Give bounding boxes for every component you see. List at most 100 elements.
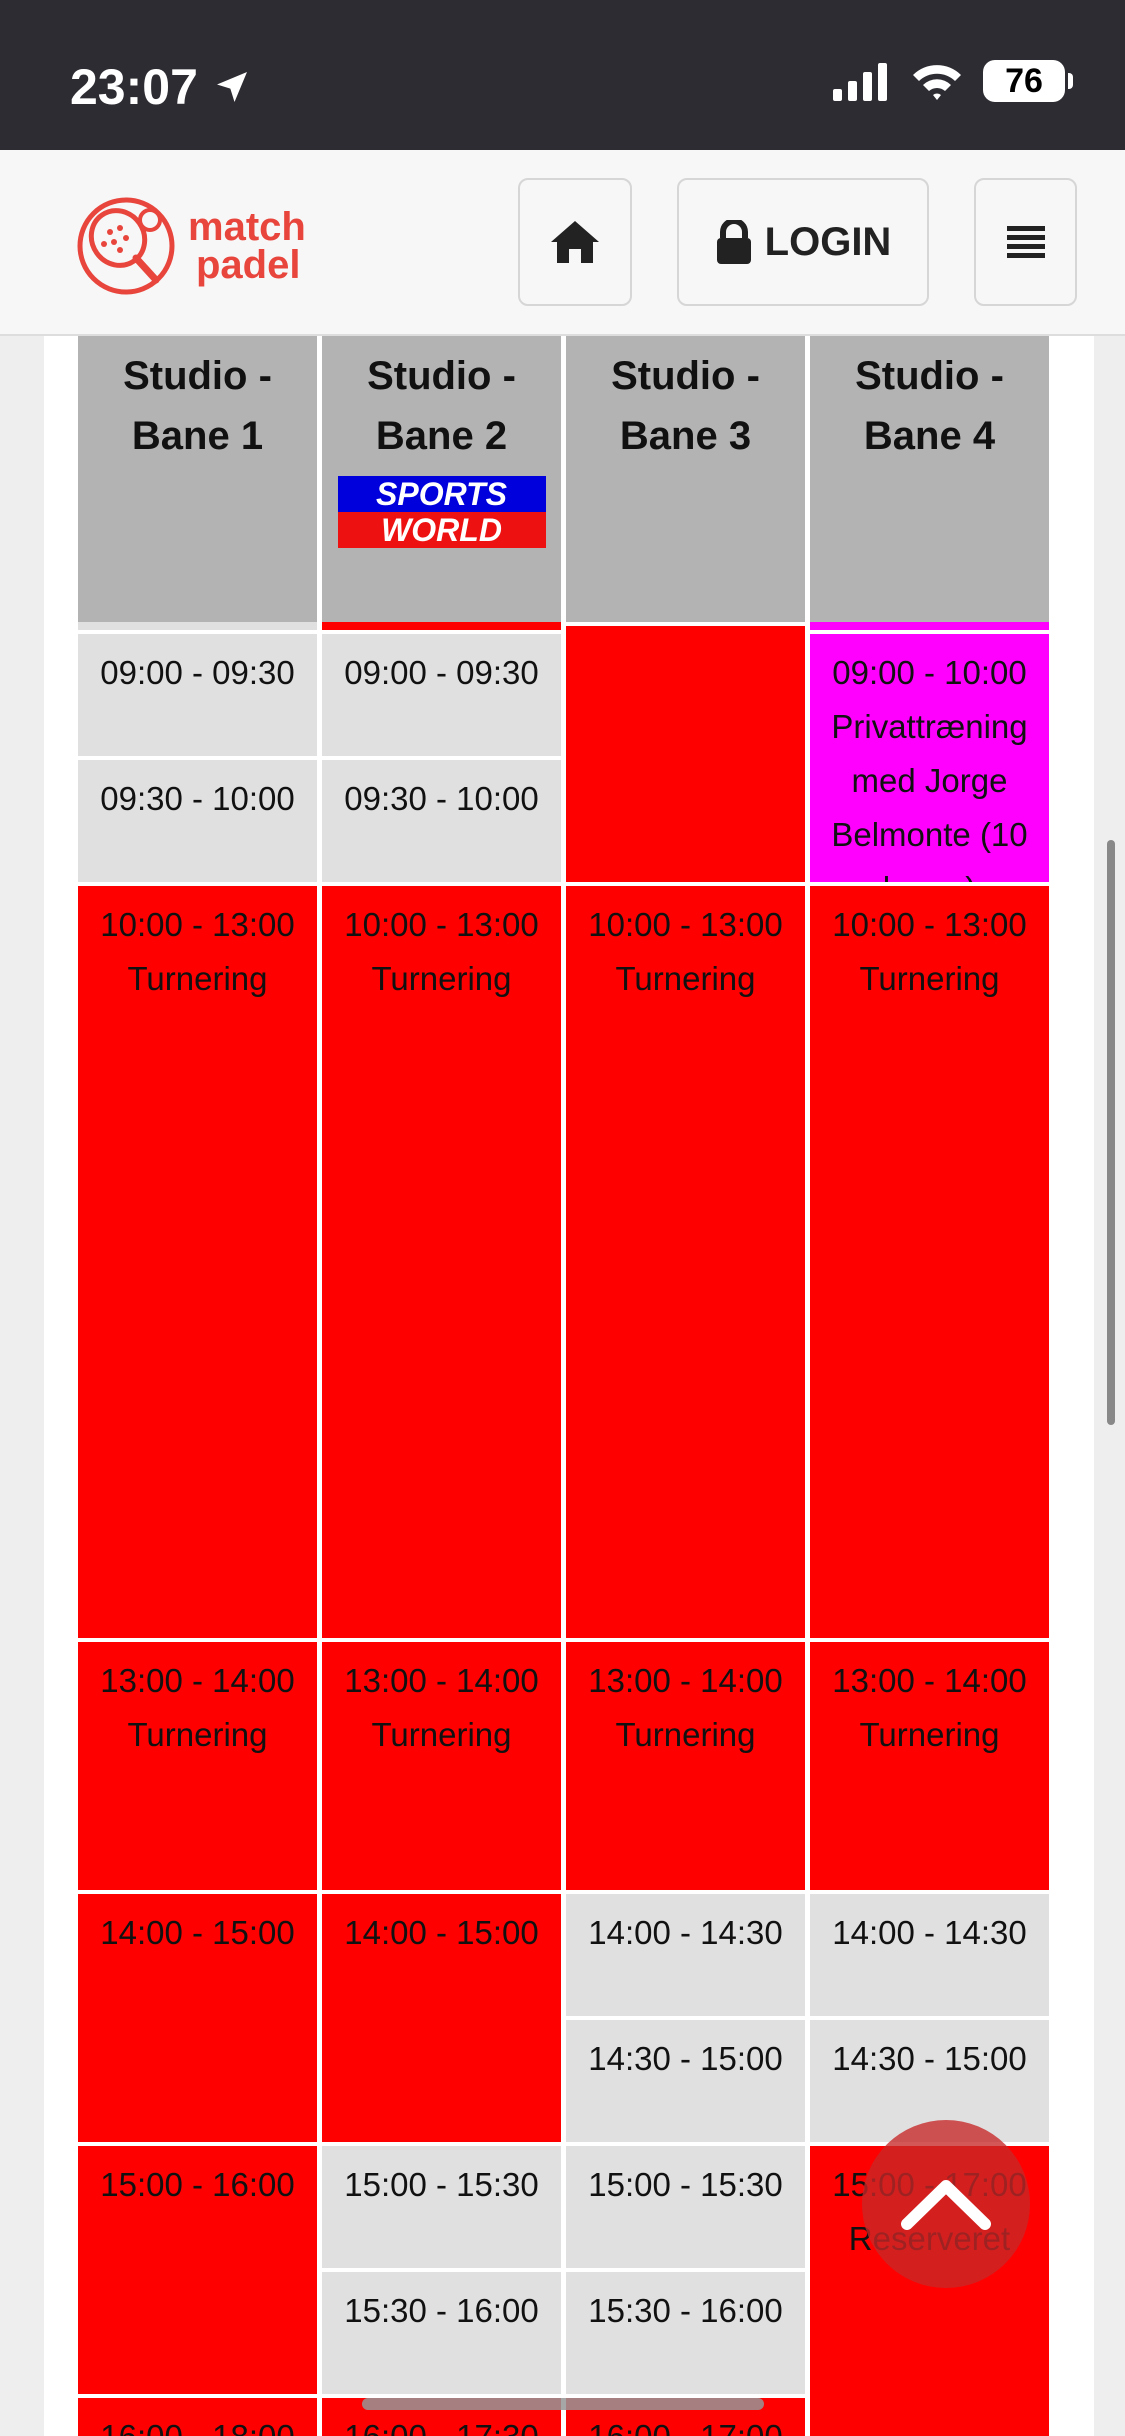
sponsor-logo-top: SPORTS	[337, 476, 546, 512]
slot-time: 14:00 - 14:30	[832, 1914, 1027, 1951]
booking-court1-1500[interactable]: 15:00 - 16:00	[74, 2142, 321, 2398]
booking-court1-1000[interactable]: 10:00 - 13:00 Turnering	[74, 882, 321, 1642]
status-indicators: 76	[831, 60, 1073, 102]
court-header-1-line2: Bane 1	[131, 414, 264, 458]
slot-time: 09:30 - 10:00	[344, 780, 539, 817]
status-time: 23:07	[70, 58, 252, 116]
slot-court2-1530[interactable]: 15:30 - 16:00	[318, 2268, 565, 2398]
booking-time: 13:00 - 14:00	[832, 1662, 1027, 1699]
slot-court3-1400[interactable]: 14:00 - 14:30	[562, 1890, 809, 2020]
booking-time: 10:00 - 13:00	[344, 906, 539, 943]
court-header-4-line1: Studio -	[855, 354, 1004, 398]
booking-court2-1300[interactable]: 13:00 - 14:00 Turnering	[318, 1638, 565, 1894]
home-indicator[interactable]	[362, 2398, 764, 2410]
booking-court3-0900[interactable]	[562, 622, 809, 886]
cellular-signal-icon	[833, 63, 887, 101]
slot-time: 14:30 - 15:00	[588, 2040, 783, 2077]
court-header-4-line2: Bane 4	[863, 414, 996, 458]
booking-label: Privattræning med Jorge Belmonte (10 hou…	[831, 708, 1028, 882]
slot-time: 09:00 - 09:30	[100, 654, 295, 691]
booking-court3-1000[interactable]: 10:00 - 13:00 Turnering	[562, 882, 809, 1642]
court-header-2-line2: Bane 2	[375, 414, 508, 458]
login-label: LOGIN	[764, 219, 892, 264]
slot-court2-0930[interactable]: 09:30 - 10:00	[318, 756, 565, 886]
booking-court4-0900[interactable]: 09:00 - 10:00 Privattræning med Jorge Be…	[806, 630, 1053, 886]
booking-label: Turnering	[615, 960, 756, 997]
slot-court2-1500[interactable]: 15:00 - 15:30	[318, 2142, 565, 2272]
slot-time: 14:00 - 14:30	[588, 1914, 783, 1951]
slot-time: 09:00 - 09:30	[344, 654, 539, 691]
home-button[interactable]	[518, 178, 632, 306]
court-header-1: Studio - Bane 1	[74, 330, 321, 626]
booking-court1-1400[interactable]: 14:00 - 15:00	[74, 1890, 321, 2146]
court-header-1-line1: Studio -	[123, 354, 272, 398]
court-header-3-line2: Bane 3	[619, 414, 752, 458]
court-header-3: Studio - Bane 3	[562, 330, 809, 626]
battery-level: 76	[1005, 61, 1043, 100]
court-header-4: Studio - Bane 4	[806, 330, 1053, 626]
clock: 23:07	[70, 59, 198, 115]
booking-label: Turnering	[371, 960, 512, 997]
booking-court4-1300[interactable]: 13:00 - 14:00 Turnering	[806, 1638, 1053, 1894]
booking-time: 09:00 - 10:00	[832, 654, 1027, 691]
booking-time: 16:00 - 17:00	[588, 2410, 783, 2436]
booking-time: 10:00 - 13:00	[100, 906, 295, 943]
navbar: match padel LOGIN	[0, 150, 1125, 336]
slot-time: 09:30 - 10:00	[100, 780, 295, 817]
court-header-3-line1: Studio -	[611, 354, 760, 398]
logo-text-match: match	[188, 205, 306, 249]
court-header-2-line1: Studio -	[367, 354, 516, 398]
slot-time: 15:00 - 15:30	[344, 2166, 539, 2203]
wifi-icon	[913, 65, 961, 100]
chevron-up-icon	[901, 2180, 991, 2230]
booking-court2-1400[interactable]: 14:00 - 15:00	[318, 1890, 565, 2146]
booking-court4-1000[interactable]: 10:00 - 13:00 Turnering	[806, 882, 1053, 1642]
booking-time: 15:00 - 16:00	[100, 2166, 295, 2203]
booking-label: Turnering	[615, 1716, 756, 1753]
vertical-scrollbar[interactable]	[1107, 840, 1115, 1425]
booking-time: 13:00 - 14:00	[100, 1662, 295, 1699]
slot-court1-0900[interactable]: 09:00 - 09:30	[74, 630, 321, 760]
booking-label: Turnering	[371, 1716, 512, 1753]
padel-racket-logo-icon	[77, 197, 175, 295]
menu-button[interactable]	[974, 178, 1077, 306]
battery-indicator: 76	[983, 60, 1073, 102]
booking-label: Turnering	[859, 1716, 1000, 1753]
booking-label: Turnering	[127, 960, 268, 997]
booking-label: Turnering	[859, 960, 1000, 997]
booking-court2-1000[interactable]: 10:00 - 13:00 Turnering	[318, 882, 565, 1642]
match-padel-logo[interactable]: match padel	[74, 194, 306, 298]
slot-time: 14:30 - 15:00	[832, 2040, 1027, 2077]
logo-text-padel: padel	[196, 243, 301, 287]
scroll-to-top-button[interactable]	[862, 2120, 1030, 2288]
court-header-2: Studio - Bane 2 SPORTS WORLD	[318, 330, 565, 626]
sponsor-logo-bottom: WORLD	[337, 512, 546, 548]
status-bar: 23:07 76	[0, 0, 1125, 150]
slot-court3-1530[interactable]: 15:30 - 16:00	[562, 2268, 809, 2398]
slot-court2-0900[interactable]: 09:00 - 09:30	[318, 630, 565, 760]
booking-time: 13:00 - 14:00	[588, 1662, 783, 1699]
booking-time: 16:00 - 17:30	[344, 2410, 539, 2436]
slot-time: 15:00 - 15:30	[588, 2166, 783, 2203]
login-button[interactable]: LOGIN	[677, 178, 929, 306]
booking-time: 16:00 - 18:00	[100, 2410, 295, 2436]
slot-court1-0930[interactable]: 09:30 - 10:00	[74, 756, 321, 886]
hamburger-menu-icon	[1006, 226, 1045, 258]
booking-time: 14:00 - 15:00	[344, 1914, 539, 1951]
booking-time: 10:00 - 13:00	[832, 906, 1027, 943]
slot-court3-1430[interactable]: 14:30 - 15:00	[562, 2016, 809, 2146]
booking-court1-1600[interactable]: 16:00 - 18:00	[74, 2394, 321, 2436]
slot-time: 15:30 - 16:00	[344, 2292, 539, 2329]
sports-world-sponsor-logo: SPORTS WORLD	[337, 476, 546, 548]
booking-court3-1300[interactable]: 13:00 - 14:00 Turnering	[562, 1638, 809, 1894]
booking-time: 14:00 - 15:00	[100, 1914, 295, 1951]
lock-icon	[716, 220, 751, 264]
logo-wordmark: match padel	[188, 205, 306, 287]
home-icon	[551, 221, 599, 263]
location-arrow-icon	[216, 72, 247, 102]
booking-court1-1300[interactable]: 13:00 - 14:00 Turnering	[74, 1638, 321, 1894]
slot-court4-1400[interactable]: 14:00 - 14:30	[806, 1890, 1053, 2020]
slot-court3-1500[interactable]: 15:00 - 15:30	[562, 2142, 809, 2272]
booking-time: 10:00 - 13:00	[588, 906, 783, 943]
booking-label: Turnering	[127, 1716, 268, 1753]
